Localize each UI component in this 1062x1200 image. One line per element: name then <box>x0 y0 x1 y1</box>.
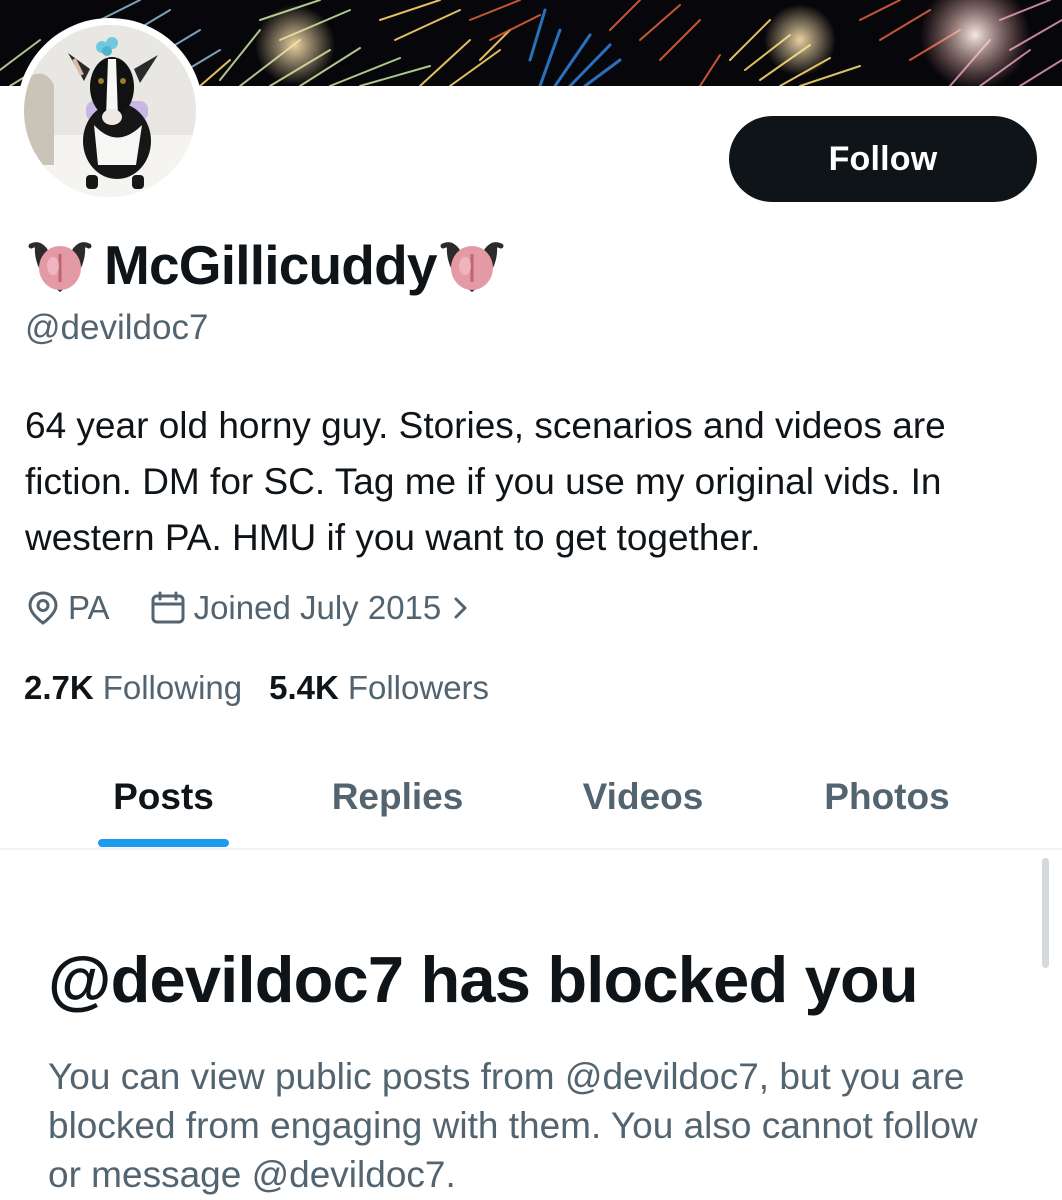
map-pin-icon <box>28 591 58 625</box>
profile-page: Follow McGillicuddy @devildoc7 64 year o… <box>0 0 1062 1200</box>
followers-count: 5.4K <box>269 669 339 706</box>
calendar-icon <box>151 591 185 624</box>
follow-button[interactable]: Follow <box>729 116 1037 202</box>
location-text: PA <box>68 589 110 626</box>
chevron-right-icon <box>454 597 467 619</box>
followers-label: Followers <box>347 669 490 706</box>
tabs-divider <box>0 848 1062 850</box>
blocked-title: @devildoc7 has blocked you <box>48 943 919 1016</box>
profile-tabs: Posts Replies Videos Photos <box>0 744 1062 850</box>
display-name: McGillicuddy <box>104 234 437 296</box>
profile-handle: @devildoc7 <box>25 308 209 347</box>
joined-date-link[interactable]: Joined July 2015 <box>150 589 470 627</box>
followers-link[interactable]: 5.4K Followers <box>269 669 489 707</box>
tab-replies[interactable]: Replies <box>320 744 475 850</box>
following-link[interactable]: 2.7K Following <box>24 669 242 707</box>
location-item: PA <box>26 589 110 627</box>
profile-stats: 2.7K Following 5.4K Followers <box>24 666 489 710</box>
following-label: Following <box>102 669 243 706</box>
avatar-image <box>24 25 196 197</box>
tab-videos[interactable]: Videos <box>570 744 716 850</box>
scrollbar[interactable] <box>1042 858 1049 968</box>
tab-photos[interactable]: Photos <box>812 744 962 850</box>
display-name-row: McGillicuddy <box>27 232 505 298</box>
tab-posts[interactable]: Posts <box>98 744 229 850</box>
tongue-devil-emoji-icon <box>28 242 92 292</box>
following-count: 2.7K <box>24 669 94 706</box>
blocked-message: You can view public posts from @devildoc… <box>48 1056 978 1195</box>
tongue-devil-emoji-icon <box>440 242 504 292</box>
profile-meta: PA Joined July 2015 <box>26 584 469 632</box>
profile-bio: 64 year old horny guy. Stories, scenario… <box>25 405 946 558</box>
active-tab-indicator <box>98 839 229 847</box>
avatar[interactable] <box>17 18 203 204</box>
joined-text: Joined July 2015 <box>193 589 442 626</box>
